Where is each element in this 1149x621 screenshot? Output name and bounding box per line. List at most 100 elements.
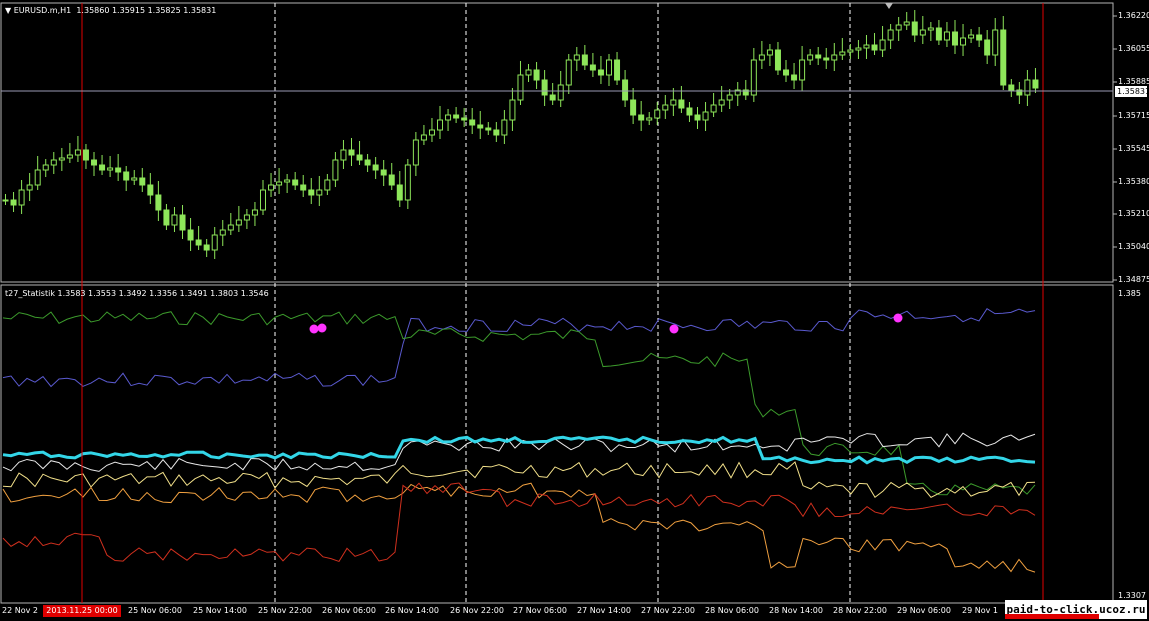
price-label: 1.35380 (1118, 177, 1149, 186)
candle-bullish (654, 109, 661, 119)
candle-bullish (18, 189, 25, 206)
candle-bullish (839, 51, 846, 56)
time-label: 22 Nov 2 (2, 606, 38, 615)
candle-bullish (646, 117, 653, 121)
time-label: 26 Nov 14:00 (385, 606, 439, 615)
indicator-panel-title: t27_Statistik 1.3583 1.3553 1.3492 1.335… (5, 289, 269, 298)
main-panel-frame (0, 2, 1114, 283)
candle-bearish (292, 179, 299, 186)
candle-bullish (855, 47, 862, 51)
candle-bearish (139, 177, 146, 186)
ohlc-values: 1.35860 1.35915 1.35825 1.35831 (76, 6, 217, 15)
candle-bullish (268, 184, 275, 191)
time-label: 28 Nov 14:00 (769, 606, 823, 615)
candle-bearish (774, 49, 781, 71)
indicator-lines (2, 307, 1036, 573)
candle-bearish (791, 74, 798, 81)
candle-bullish (107, 167, 114, 171)
candle-bullish (251, 209, 258, 216)
candle-bullish (509, 99, 516, 121)
candle-bearish (91, 159, 98, 166)
time-label: 25 Nov 06:00 (128, 606, 182, 615)
candle-bearish (308, 189, 315, 196)
candle-bullish (943, 31, 950, 41)
time-label: 27 Nov 14:00 (577, 606, 631, 615)
candle-bearish (469, 119, 476, 126)
candle-bullish (960, 37, 967, 46)
candle-bearish (115, 167, 122, 173)
candle-bearish (203, 244, 210, 251)
candle-bullish (332, 159, 339, 181)
candle-bullish (573, 54, 580, 61)
price-scale-ticks (1113, 15, 1117, 281)
candle-bullish (807, 54, 814, 61)
candle-bullish (992, 29, 999, 56)
candle-bullish (243, 214, 250, 221)
price-label: 1.36055 (1118, 44, 1149, 53)
shift-arrow-icon[interactable] (885, 3, 893, 9)
candle-bullish (831, 54, 838, 61)
candle-bearish (694, 114, 701, 121)
candle-bullish (227, 224, 234, 231)
candle-bearish (581, 54, 588, 66)
candle-bullish (799, 59, 806, 81)
candle-bullish (557, 84, 564, 101)
candle-bullish (404, 164, 411, 201)
candle-bullish (219, 229, 226, 236)
indicator-line-blue (2, 307, 1036, 388)
candle-bullish (525, 69, 532, 76)
candle-bearish (871, 44, 878, 51)
candle-bearish (300, 184, 307, 191)
price-label: 1.35210 (1118, 209, 1149, 218)
candle-bearish (823, 57, 830, 61)
candle-bullish (710, 104, 717, 113)
price-label: 1.35885 (1118, 77, 1149, 86)
candle-bullish (211, 234, 218, 251)
candle-bullish (501, 119, 508, 136)
candle-bullish (276, 181, 283, 186)
candle-bearish (453, 114, 460, 119)
candle-bearish (614, 59, 621, 81)
indicator-scale-bottom: 1.3307 (1118, 591, 1146, 600)
dropdown-triangle-icon[interactable]: ▼ (5, 6, 14, 15)
candle-bearish (493, 129, 500, 136)
candle-bullish (565, 59, 572, 86)
candle-bearish (348, 149, 355, 156)
candle-bearish (630, 99, 637, 116)
candle-bullish (863, 44, 870, 49)
candle-bearish (2, 199, 9, 202)
candle-bullish (42, 164, 49, 171)
indicator-line-light-yellow (2, 461, 1036, 498)
indicator-name: t27_Statistik (5, 289, 55, 298)
candle-bullish (26, 184, 33, 191)
time-label: 29 Nov 1 (962, 606, 998, 615)
signal-marker (669, 324, 679, 334)
candle-bullish (758, 54, 765, 61)
candle-bearish (533, 69, 540, 81)
price-label: 1.34875 (1118, 275, 1149, 284)
candle-bullish (340, 149, 347, 161)
candle-bearish (935, 27, 942, 41)
indicator-markers (309, 313, 903, 334)
candle-bullish (927, 27, 934, 31)
time-label: 25 Nov 14:00 (193, 606, 247, 615)
time-label: 26 Nov 06:00 (322, 606, 376, 615)
time-label: 26 Nov 22:00 (450, 606, 504, 615)
candle-bullish (34, 169, 41, 186)
candle-bullish (662, 104, 669, 111)
candle-bullish (766, 49, 773, 56)
highlighted-time-label: 2013.11.25 00:00 (43, 605, 121, 617)
candle-bearish (10, 199, 17, 206)
candle-bearish (187, 229, 194, 241)
candle-bearish (984, 39, 991, 56)
candle-bullish (670, 99, 677, 106)
candle-bearish (678, 99, 685, 109)
candle-bearish (163, 209, 170, 226)
candle-bearish (1000, 29, 1007, 86)
candle-bearish (380, 169, 387, 176)
candle-bearish (815, 54, 822, 59)
candle-bearish (485, 127, 492, 131)
candle-bearish (541, 79, 548, 96)
candle-bullish (919, 29, 926, 36)
candle-bearish (549, 94, 556, 101)
